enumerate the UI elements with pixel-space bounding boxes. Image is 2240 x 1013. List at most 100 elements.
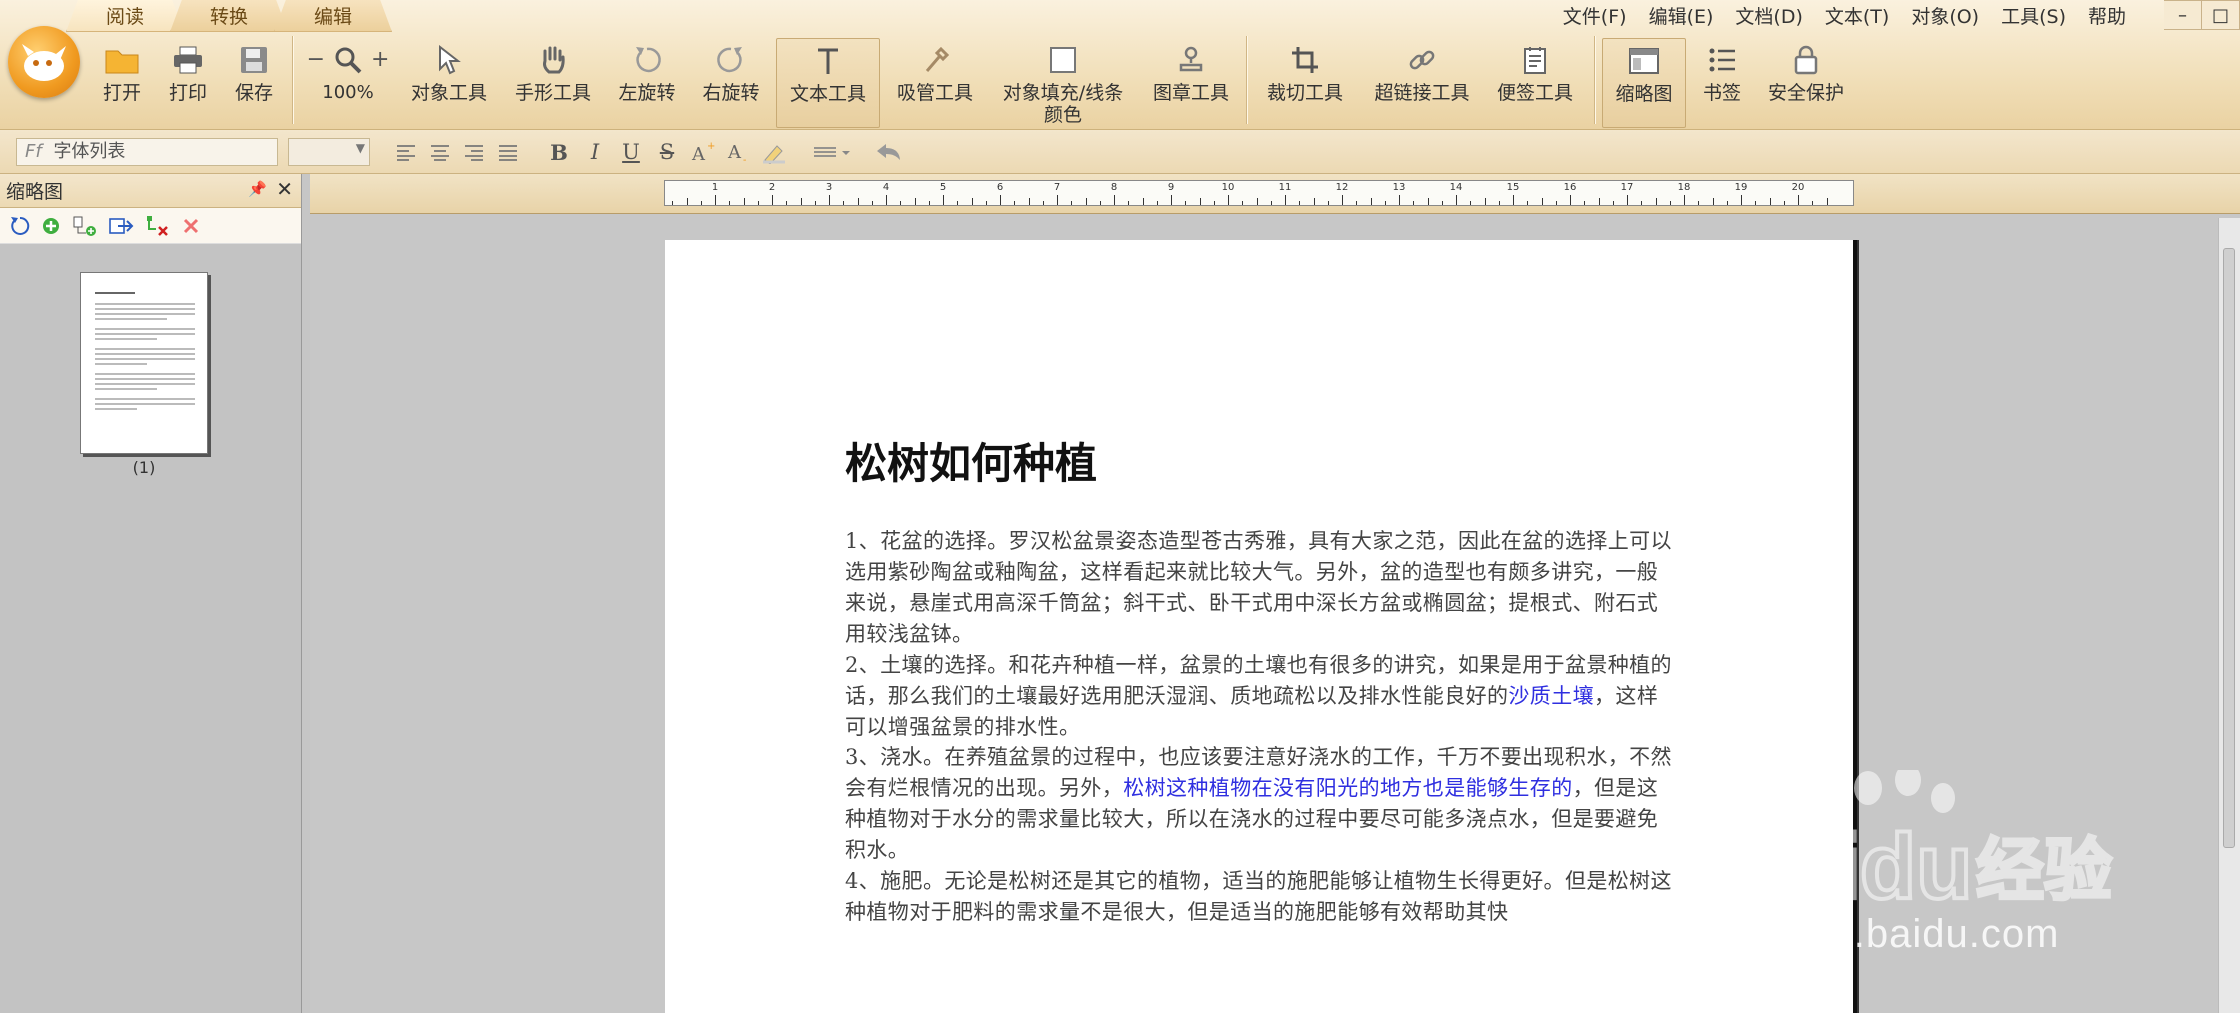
paragraph[interactable]: 1、花盆的选择。罗汉松盆景姿态造型苍古秀雅，具有大家之范，因此在盆的选择上可以选… (845, 526, 1675, 650)
scrollbar-thumb[interactable] (2223, 248, 2235, 848)
baidu-jingyan-watermark-logo: Bai du 经验 (1718, 770, 2114, 910)
subscript-button[interactable]: A- (726, 138, 754, 166)
undo-button[interactable] (872, 138, 904, 166)
document-title[interactable]: 松树如何种植 (845, 430, 1097, 491)
ruler-tick (1755, 201, 1757, 205)
align-left-icon (397, 145, 415, 161)
superscript-button[interactable]: A + (690, 138, 718, 166)
menu-object[interactable]: 对象(O) (1911, 2, 1979, 29)
insert-page-icon[interactable] (72, 215, 98, 237)
rotate-left-button[interactable]: 左旋转 (612, 38, 682, 128)
svg-text:A: A (727, 142, 742, 163)
menu-document[interactable]: 文档(D) (1735, 2, 1802, 29)
ruler-number: 15 (1506, 182, 1520, 193)
add-page-icon[interactable] (40, 215, 62, 237)
pin-icon[interactable]: 📌 (248, 180, 267, 198)
font-list-select[interactable]: Ff 字体列表 (16, 138, 278, 166)
export-page-icon[interactable] (108, 215, 134, 237)
hand-tool-button[interactable]: 手形工具 (508, 38, 598, 128)
bold-button[interactable]: B (546, 138, 572, 166)
ruler-tick (1441, 201, 1443, 205)
ruler-tick (1313, 198, 1315, 205)
ruler-tick (1570, 195, 1571, 205)
vertical-scrollbar[interactable] (2218, 218, 2240, 1013)
hyperlink-text[interactable]: 沙质土壤 (1508, 684, 1594, 708)
stamp-tool-button[interactable]: 图章工具 (1146, 38, 1236, 128)
ruler-tick (757, 201, 759, 205)
crop-tool-button[interactable]: 裁切工具 (1260, 38, 1350, 128)
menu-tools[interactable]: 工具(S) (2001, 2, 2066, 29)
ruler-tick (1042, 201, 1044, 205)
justify-icon (499, 145, 517, 161)
thumbnail-panel-icon (1628, 39, 1660, 83)
paragraph[interactable]: 2、土壤的选择。和花卉种植一样，盆景的土壤也有很多的讲究，如果是用于盆景种植的话… (845, 650, 1675, 743)
ruler-tick (829, 195, 830, 205)
bookmark-button[interactable]: 书签 (1694, 38, 1750, 128)
ruler-tick (985, 201, 987, 205)
menu-text[interactable]: 文本(T) (1825, 2, 1889, 29)
align-center-button[interactable] (426, 138, 454, 166)
document-page[interactable]: 松树如何种植 1、花盆的选择。罗汉松盆景姿态造型苍古秀雅，具有大家之范，因此在盆… (665, 240, 1857, 1013)
app-logo-button[interactable] (8, 26, 80, 98)
note-tool-button[interactable]: 便签工具 (1490, 38, 1580, 128)
zoom-level[interactable]: 100% (322, 82, 373, 104)
hyperlink-text[interactable]: 松树这种植物在没有阳光的地方也是能够生存的 (1123, 776, 1572, 800)
hyperlink-tool-button[interactable]: 超链接工具 (1370, 38, 1474, 128)
highlight-button[interactable] (760, 138, 788, 166)
ruler-tick (1085, 198, 1087, 205)
rotate-left-icon (632, 38, 662, 82)
rotate-right-button[interactable]: 右旋转 (696, 38, 766, 128)
underline-button[interactable]: U (618, 138, 644, 166)
svg-text:A: A (691, 144, 706, 164)
delete-page-icon[interactable] (180, 215, 202, 237)
menu-help[interactable]: 帮助 (2088, 2, 2126, 29)
align-right-button[interactable] (460, 138, 488, 166)
line-style-dropdown[interactable] (810, 138, 854, 166)
minimize-button[interactable]: – (2164, 0, 2202, 30)
delete-insert-page-icon[interactable] (144, 215, 170, 237)
tab-edit[interactable]: 编辑 (274, 0, 392, 32)
print-button[interactable]: 打印 (162, 38, 214, 128)
eyedropper-tool-button[interactable]: 吸管工具 (890, 38, 980, 128)
ruler-number: 4 (882, 182, 890, 193)
tab-convert[interactable]: 转换 (170, 0, 288, 32)
font-size-select[interactable]: ▼ (288, 138, 370, 166)
close-panel-button[interactable]: ✕ (276, 177, 293, 201)
format-toolbar: Ff 字体列表 ▼ B I U S A + A- (0, 130, 2240, 174)
ruler-tick (1142, 198, 1144, 205)
svg-text:du: du (1860, 816, 1972, 910)
ruler-tick (1071, 201, 1073, 205)
zoom-in-button[interactable]: + (371, 49, 389, 71)
ruler-tick (1783, 201, 1785, 205)
italic-button[interactable]: I (582, 138, 608, 166)
ruler-tick (1099, 201, 1101, 205)
save-button[interactable]: 保存 (228, 38, 280, 128)
paragraph[interactable]: 4、施肥。无论是松树还是其它的植物，适当的施肥能够让植物生长得更好。但是松树这种… (845, 866, 1675, 928)
fill-stroke-color-button[interactable]: 对象填充/线条 颜色 (990, 38, 1136, 128)
rotate-page-icon[interactable] (8, 215, 30, 237)
paragraph[interactable]: 3、浇水。在养殖盆景的过程中，也应该要注意好浇水的工作，千万不要出现积水，不然会… (845, 742, 1675, 866)
printer-icon (172, 38, 204, 82)
menu-bar: 文件(F) 编辑(E) 文档(D) 文本(T) 对象(O) 工具(S) 帮助 (1563, 0, 2126, 30)
ruler-tick (743, 198, 745, 205)
open-button[interactable]: 打开 (96, 38, 148, 128)
thumbnail-toolbar (0, 208, 301, 244)
object-tool-button[interactable]: 对象工具 (404, 38, 494, 128)
page-thumbnail[interactable] (80, 272, 208, 454)
align-left-button[interactable] (392, 138, 420, 166)
strikethrough-button[interactable]: S (654, 138, 680, 166)
ruler-tick (729, 201, 731, 205)
thumbnail-button[interactable]: 缩略图 (1602, 38, 1686, 128)
ruler-number: 16 (1563, 182, 1577, 193)
floppy-icon (239, 38, 269, 82)
security-button[interactable]: 安全保护 (1760, 38, 1852, 128)
menu-file[interactable]: 文件(F) (1563, 2, 1627, 29)
menu-edit[interactable]: 编辑(E) (1649, 2, 1714, 29)
justify-button[interactable] (494, 138, 522, 166)
maximize-button[interactable]: □ (2202, 0, 2240, 30)
zoom-out-button[interactable]: − (307, 49, 325, 71)
tab-read[interactable]: 阅读 (66, 0, 184, 32)
text-tool-button[interactable]: 文本工具 (776, 38, 880, 128)
ruler-tick (1114, 195, 1115, 205)
align-center-icon (431, 145, 449, 161)
